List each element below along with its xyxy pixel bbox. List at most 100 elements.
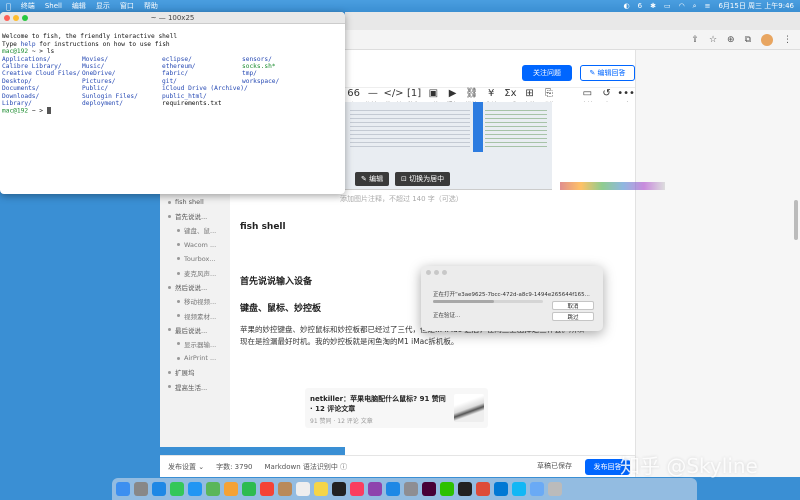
- ls-entry: Documents/: [2, 85, 40, 93]
- dock-xd-icon[interactable]: [422, 482, 436, 496]
- outline-item[interactable]: 键盘、鼠...: [168, 223, 230, 237]
- menu-shell[interactable]: Shell: [45, 2, 62, 10]
- dialog-progress-fill: [433, 300, 494, 303]
- image-caption-input[interactable]: 添加图片注释，不超过 140 字（可选）: [340, 194, 463, 204]
- notification-count[interactable]: 6: [638, 2, 642, 10]
- outline-bullet: [168, 370, 171, 374]
- outline-item[interactable]: 最后说说...: [168, 323, 230, 337]
- outline-item[interactable]: 首先说说...: [168, 209, 230, 223]
- edit-answer-button[interactable]: ✎ 编辑回答: [580, 65, 635, 81]
- dock-podcasts-icon[interactable]: [368, 482, 382, 496]
- dock-terminal-icon[interactable]: [458, 482, 472, 496]
- outline-item[interactable]: 麦克风声...: [168, 266, 230, 280]
- dock-qq-icon[interactable]: [512, 482, 526, 496]
- dialog-progress-bar: [433, 300, 543, 303]
- image-center-button[interactable]: ⊡ 切换为居中: [395, 172, 451, 186]
- scrollbar-thumb[interactable]: [794, 200, 798, 240]
- dock-launchpad-icon[interactable]: [134, 482, 148, 496]
- dock-chrome-icon[interactable]: [476, 482, 490, 496]
- image-dock-preview: [560, 182, 665, 190]
- terminal-output[interactable]: Welcome to fish, the friendly interactiv…: [0, 24, 345, 132]
- outline-item[interactable]: 提高生活...: [168, 379, 230, 393]
- image-code-text: [350, 107, 470, 147]
- menu-terminal[interactable]: 终端: [21, 1, 35, 11]
- dock-facetime-icon[interactable]: [242, 482, 256, 496]
- ls-entry: requirements.txt: [162, 100, 222, 108]
- terminal-titlebar[interactable]: ~ — 100x25: [0, 12, 345, 24]
- address-bar[interactable]: ⇪ ☆ ⊕ ⧉ ⋮: [345, 30, 800, 50]
- menu-help[interactable]: 帮助: [144, 1, 158, 11]
- image-edit-button[interactable]: ✎ 编辑: [355, 172, 390, 186]
- battery-icon[interactable]: ▭: [664, 2, 671, 10]
- apple-menu-icon[interactable]: : [6, 2, 11, 11]
- outline-bullet: [177, 257, 180, 261]
- outline-label: Tourbox...: [184, 254, 216, 263]
- dock-notes-icon[interactable]: [314, 482, 328, 496]
- outline-item[interactable]: 扩展坞: [168, 365, 230, 379]
- star-icon[interactable]: ☆: [709, 35, 717, 45]
- dock-vscode-icon[interactable]: [494, 482, 508, 496]
- menu-view[interactable]: 显示: [96, 1, 110, 11]
- toolbar-icon: ▣: [428, 88, 439, 99]
- outline-item[interactable]: 视频素材...: [168, 309, 230, 323]
- linked-article-card[interactable]: netkiller：苹果电脑配什么鼠标? 91 赞同 · 12 评论文章 91 …: [305, 388, 488, 428]
- dock-reminders-icon[interactable]: [296, 482, 310, 496]
- bluetooth-icon[interactable]: ✱: [650, 2, 656, 10]
- prompt-symbol: >: [39, 48, 44, 56]
- opening-file-dialog: 正在打开“e3ae9625-7bcc-472d-a8c9-1494e265644…: [421, 266, 603, 331]
- toolbar-icon: —: [367, 88, 378, 99]
- menu-icon[interactable]: ⋮: [783, 35, 792, 45]
- outline-item[interactable]: AirPrint ...: [168, 351, 230, 365]
- dock-maps-icon[interactable]: [206, 482, 220, 496]
- dock-contacts-icon[interactable]: [278, 482, 292, 496]
- dock-music-icon[interactable]: [350, 482, 364, 496]
- puzzle-icon[interactable]: ⧉: [745, 35, 751, 45]
- menu-edit[interactable]: 编辑: [72, 1, 86, 11]
- dock-appstore-icon[interactable]: [386, 482, 400, 496]
- dock-safari-icon[interactable]: [152, 482, 166, 496]
- ls-entry: Desktop/: [2, 77, 32, 85]
- outline-item[interactable]: Wacom ...: [168, 238, 230, 252]
- help-line: Type help for instructions on how to use…: [2, 41, 343, 48]
- outline-item[interactable]: 显示器输...: [168, 337, 230, 351]
- tab-strip[interactable]: [345, 12, 800, 30]
- wifi-icon[interactable]: ◠: [679, 2, 685, 10]
- dock-calendar-icon[interactable]: [260, 482, 274, 496]
- dock-tv-icon[interactable]: [332, 482, 346, 496]
- outline-item[interactable]: fish shell: [168, 195, 230, 209]
- publish-settings[interactable]: 发布设置 ⌄: [168, 462, 204, 472]
- search-icon[interactable]: ⌕: [693, 2, 697, 11]
- dock-settings-icon[interactable]: [404, 482, 418, 496]
- dock-finder-icon[interactable]: [116, 482, 130, 496]
- close-icon[interactable]: [4, 15, 10, 21]
- terminal-title: ~ — 100x25: [150, 14, 195, 22]
- dock-wechat-icon[interactable]: [440, 482, 454, 496]
- outline-label: 扩展坞: [175, 369, 195, 378]
- clock[interactable]: 6月15日 周三 上午9:46: [718, 1, 794, 11]
- terminal-window[interactable]: ~ — 100x25 Welcome to fish, the friendly…: [0, 12, 345, 194]
- dock-folder-icon[interactable]: [530, 482, 544, 496]
- ls-entry: public_html/: [162, 92, 207, 100]
- profile-avatar[interactable]: [761, 33, 773, 46]
- ls-entry: workspace/: [242, 77, 280, 85]
- extension-icon[interactable]: ⊕: [727, 35, 735, 45]
- control-center-icon[interactable]: ≡: [705, 2, 711, 10]
- minimize-icon[interactable]: [13, 15, 19, 21]
- ls-entry: [242, 100, 322, 107]
- menu-window[interactable]: 窗口: [120, 1, 134, 11]
- word-count: 字数: 3790: [216, 462, 253, 471]
- share-icon[interactable]: ⇪: [691, 35, 699, 45]
- dock-messages-icon[interactable]: [170, 482, 184, 496]
- dialog-cancel-button[interactable]: 取消: [552, 301, 594, 310]
- zoom-icon[interactable]: [22, 15, 28, 21]
- dialog-skip-button[interactable]: 跳过: [552, 312, 594, 321]
- dock-photos-icon[interactable]: [224, 482, 238, 496]
- outline-item[interactable]: 然后说说...: [168, 280, 230, 294]
- outline-item[interactable]: 移动视频...: [168, 294, 230, 308]
- outline-item[interactable]: Tourbox...: [168, 252, 230, 266]
- dock-mail-icon[interactable]: [188, 482, 202, 496]
- follow-question-button[interactable]: 关注问题: [522, 65, 572, 81]
- dock-trash-icon[interactable]: [548, 482, 562, 496]
- ls-entry: Creative Cloud Files/: [2, 70, 81, 78]
- status-icon[interactable]: ◐: [623, 2, 629, 10]
